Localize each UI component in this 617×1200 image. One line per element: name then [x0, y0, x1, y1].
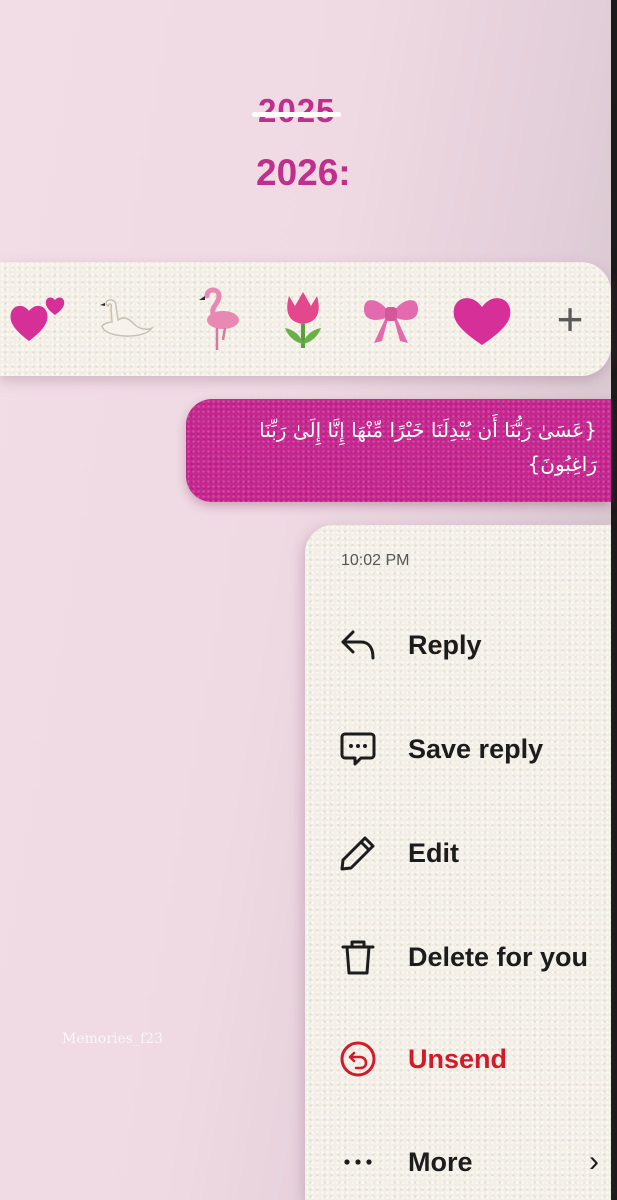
unsend-icon — [339, 1040, 377, 1078]
chevron-right-icon: › — [589, 1145, 599, 1178]
flamingo-icon[interactable] — [184, 262, 250, 376]
edit-label: Edit — [408, 837, 459, 868]
message-timestamp: 10:02 PM — [341, 552, 410, 569]
delete-for-you-label: Delete for you — [408, 941, 589, 972]
unsend-label: Unsend — [408, 1043, 508, 1074]
save-reply-menu-item[interactable]: Save reply — [305, 714, 611, 784]
delete-for-you-menu-item[interactable]: Delete for you — [305, 922, 611, 992]
strikethrough — [252, 112, 342, 117]
reaction-bar: + — [0, 262, 611, 376]
tulip-icon[interactable] — [268, 262, 338, 376]
message-text: {عَسَىٰ رَبُّنَا أَن يُبْدِلَنَا خَيْرًا… — [259, 418, 597, 476]
add-reaction-icon[interactable]: + — [540, 262, 600, 376]
reply-menu-item[interactable]: Reply — [305, 610, 611, 680]
heart-icon[interactable] — [445, 262, 519, 376]
reply-label: Reply — [408, 629, 482, 660]
bow-icon[interactable] — [356, 262, 426, 376]
chat-dots-icon — [339, 730, 377, 768]
unsend-menu-item[interactable]: Unsend — [305, 1024, 611, 1094]
edit-menu-item[interactable]: Edit — [305, 818, 611, 888]
message-context-menu: 10:02 PM Reply Save reply Edit Delete fo… — [305, 525, 611, 1200]
more-icon — [339, 1143, 377, 1181]
watermark: Memories_f23 — [62, 1031, 163, 1047]
save-reply-label: Save reply — [408, 733, 544, 764]
screen-edge — [611, 0, 617, 1200]
old-year-title: 2025 — [252, 92, 342, 130]
trash-icon — [339, 938, 377, 976]
message-bubble[interactable]: {عَسَىٰ رَبُّنَا أَن يُبْدِلَنَا خَيْرًا… — [186, 399, 611, 502]
more-menu-item[interactable]: More › — [305, 1127, 611, 1197]
plus-glyph: + — [556, 293, 584, 345]
new-year-title: 2026: — [256, 152, 351, 193]
more-label: More — [408, 1146, 473, 1177]
pencil-icon — [339, 834, 377, 872]
two-hearts-icon[interactable] — [4, 262, 74, 376]
swan-icon[interactable] — [92, 262, 160, 376]
reply-icon — [339, 626, 377, 664]
